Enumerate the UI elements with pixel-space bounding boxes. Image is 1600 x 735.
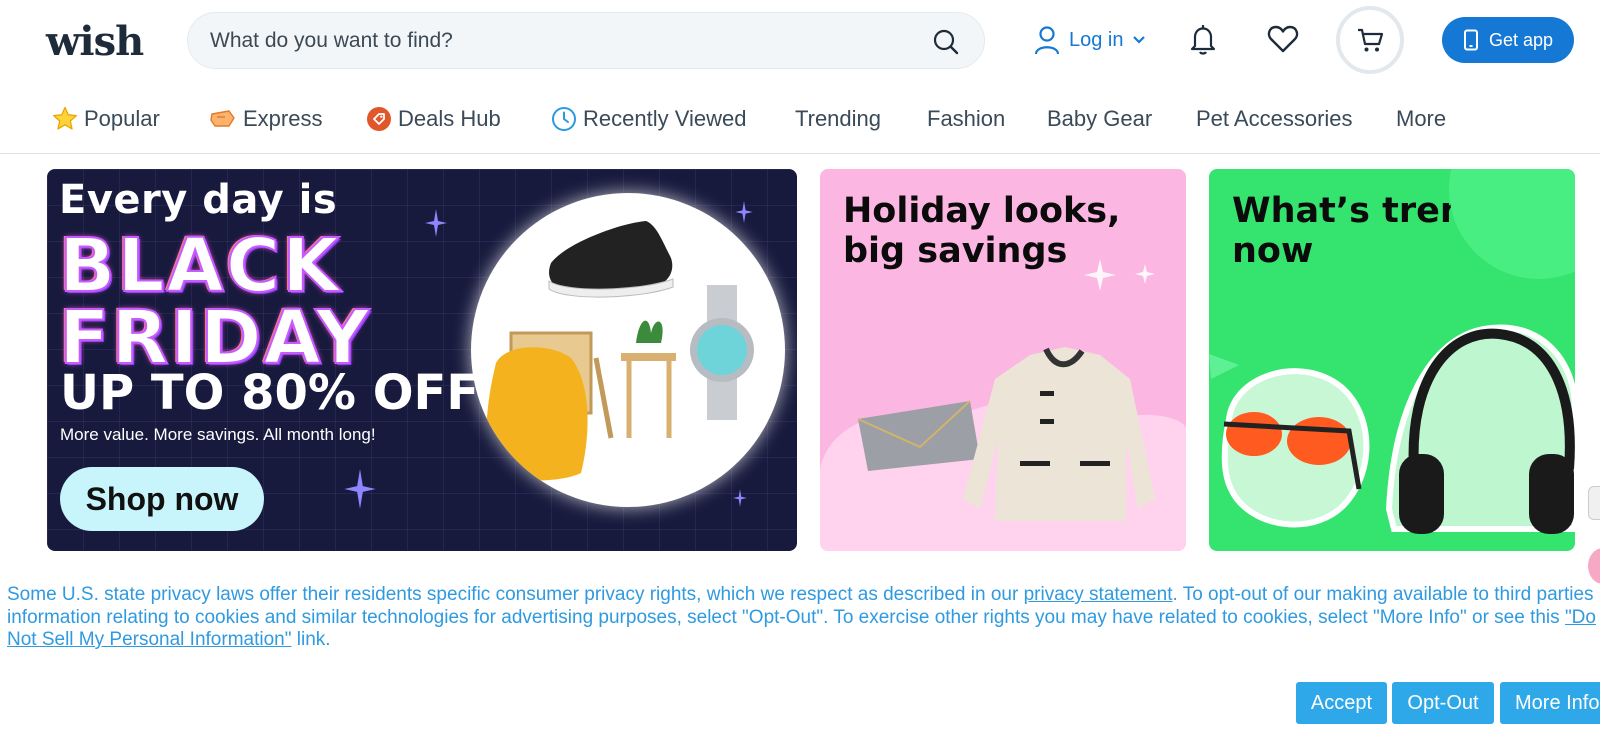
get-app-label: Get app [1488, 29, 1554, 50]
chevron-down-icon [1132, 36, 1145, 44]
nav-label: More [1396, 106, 1447, 131]
express-icon [210, 110, 235, 127]
black-friday-banner[interactable]: Every day is BLACK FRIDAY UP TO 80% OFF … [47, 169, 797, 551]
login-label: Log in [1069, 28, 1124, 51]
product-collage-image [486, 221, 754, 481]
tag-icon [367, 107, 391, 131]
shop-now-button[interactable]: Shop now [60, 467, 264, 531]
consent-text-3: link. [291, 629, 331, 650]
search-bar[interactable] [187, 12, 985, 69]
consent-text-1: Some U.S. state privacy laws offer their… [7, 584, 1024, 605]
opt-out-button[interactable]: Opt-Out [1392, 682, 1494, 724]
privacy-statement-link[interactable]: privacy statement [1024, 584, 1173, 605]
holiday-products-image [820, 259, 1186, 551]
privacy-consent-text: Some U.S. state privacy laws offer their… [7, 584, 1597, 652]
whats-trending-banner[interactable]: What’s trending now [1209, 169, 1575, 551]
offer-text: UP TO 80% OFF [60, 365, 480, 421]
user-icon [1034, 26, 1060, 55]
product-collage [471, 193, 785, 507]
nav-label: Pet Accessories [1196, 106, 1353, 131]
wish-logo[interactable]: wish [46, 18, 144, 65]
nav-item-recently-viewed[interactable]: Recently Viewed [551, 103, 746, 135]
category-nav: Popular Express Deals Hub Recently Viewe… [0, 96, 1600, 154]
side-widget[interactable] [1588, 486, 1600, 520]
star-icon [53, 106, 77, 130]
get-app-button[interactable]: Get app [1442, 17, 1574, 63]
nav-label: Deals Hub [398, 106, 501, 131]
nav-label: Popular [84, 106, 160, 131]
nav-label: Baby Gear [1047, 106, 1153, 131]
login-button[interactable]: Log in [1033, 22, 1146, 58]
nav-label: Express [243, 106, 323, 131]
phone-icon [1463, 29, 1478, 51]
nav-label: Fashion [927, 106, 1006, 131]
nav-label: Trending [795, 106, 882, 131]
sparkle-icon [733, 489, 747, 507]
nav-item-more[interactable]: More [1396, 103, 1446, 135]
sparkle-icon [735, 201, 753, 223]
nav-item-fashion[interactable]: Fashion [927, 103, 1005, 135]
nav-item-popular[interactable]: Popular [52, 103, 160, 135]
side-widget-circle[interactable] [1588, 548, 1600, 584]
nav-item-express[interactable]: Express [209, 103, 322, 135]
holiday-looks-banner[interactable]: Holiday looks, big savings [820, 169, 1186, 551]
search-icon[interactable] [932, 28, 960, 56]
site-header: wish Log in [0, 0, 1600, 82]
accept-button[interactable]: Accept [1296, 682, 1387, 724]
nav-item-deals-hub[interactable]: Deals Hub [366, 103, 501, 135]
trending-products-image [1209, 169, 1575, 534]
cart-button[interactable] [1336, 6, 1404, 74]
offer-subtext: More value. More savings. All month long… [60, 425, 376, 444]
nav-label: Recently Viewed [583, 106, 747, 131]
more-info-button[interactable]: More Info [1500, 682, 1600, 724]
heart-icon[interactable] [1266, 22, 1300, 56]
search-input[interactable] [210, 27, 890, 55]
bell-icon[interactable] [1186, 22, 1220, 56]
sparkle-icon [344, 469, 376, 509]
sparkle-icon [425, 209, 447, 237]
nav-item-baby-gear[interactable]: Baby Gear [1047, 103, 1152, 135]
nav-item-pet-accessories[interactable]: Pet Accessories [1196, 103, 1353, 135]
banner-headline: Every day is [59, 177, 338, 223]
cart-icon [1358, 28, 1384, 52]
nav-item-trending[interactable]: Trending [795, 103, 881, 135]
clock-icon [552, 107, 576, 131]
